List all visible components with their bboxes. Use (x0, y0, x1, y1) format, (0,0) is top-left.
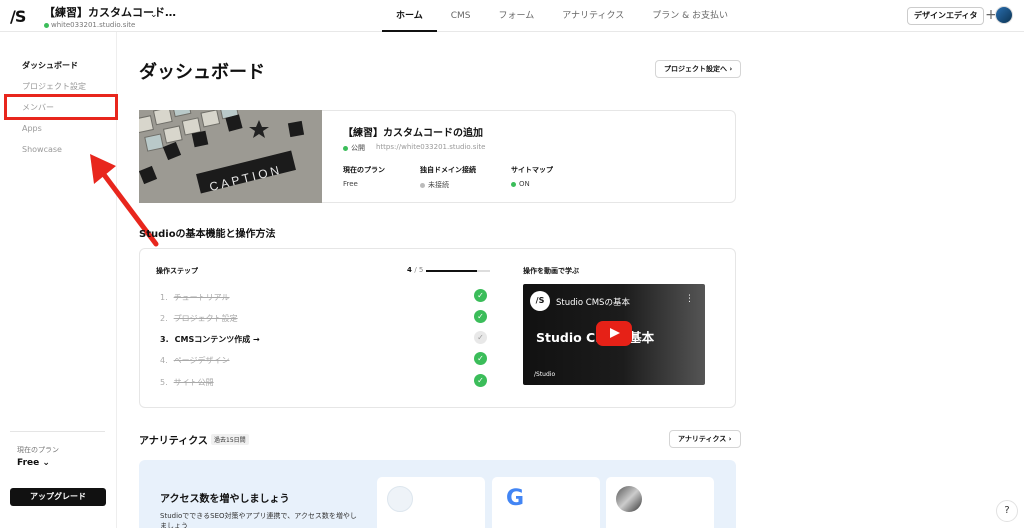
meta-value-domain-text: 未接続 (428, 181, 449, 189)
divider (10, 431, 105, 432)
meta-label-domain: 独自ドメイン接続 (420, 166, 476, 174)
step-number: 3. (160, 335, 169, 344)
steps-label: 操作ステップ (156, 267, 198, 275)
help-button[interactable]: ? (996, 500, 1018, 522)
seo-icon (387, 486, 413, 512)
panel-description: StudioでできるSEO対策やアプリ連携で、アクセス数を増やしましょう (160, 512, 357, 528)
tutorial-video[interactable]: /S Studio CMSの基本 ⋮ Studio CMSの基本 /Studio (523, 284, 705, 385)
project-domain: white033201.studio.site (44, 21, 176, 29)
studio-logo-icon: /S (530, 291, 550, 311)
step-item-project-settings[interactable]: 2. プロジェクト設定 (160, 313, 238, 324)
analytics-section-title: アナリティクス (139, 436, 208, 447)
nav-plan-billing[interactable]: プラン & お支払い (638, 0, 742, 32)
more-vertical-icon[interactable]: ⋮ (685, 294, 694, 304)
meta-value-sitemap-text: ON (519, 180, 530, 188)
basics-section-title: Studioの基本機能と操作方法 (139, 229, 276, 240)
steps-done-count: 4 (407, 266, 412, 274)
scrabble-image-icon: CAPTION (139, 110, 322, 203)
check-icon: ✓ (474, 352, 487, 365)
steps-progress-count: 4 / 5 (407, 266, 423, 274)
step-number: 2. (160, 314, 168, 323)
sidebar-item-apps[interactable]: Apps (22, 124, 42, 133)
meta-label-sitemap: サイトマップ (511, 166, 553, 174)
project-thumbnail: CAPTION (139, 110, 322, 203)
app-card[interactable] (606, 477, 714, 528)
page-title: ダッシュボード (139, 62, 265, 83)
check-pending-icon: ✓ (474, 331, 487, 344)
period-badge: 過去15日間 (211, 434, 249, 445)
status-dot (420, 182, 425, 188)
nav-home[interactable]: ホーム (382, 0, 437, 32)
status-dot (343, 145, 348, 151)
project-domain-text: white033201.studio.site (51, 21, 136, 29)
video-brand: /Studio (534, 371, 556, 378)
sidebar-item-project-settings[interactable]: プロジェクト設定 (22, 81, 86, 92)
google-icon: G (502, 486, 528, 512)
analytics-button[interactable]: アナリティクス › (669, 430, 741, 448)
nav-cms[interactable]: CMS (437, 0, 485, 32)
step-item-tutorial[interactable]: 1. チュートリアル (160, 292, 230, 303)
video-section-label: 操作を動画で学ぶ (523, 267, 579, 275)
step-item-cms-content[interactable]: 3. CMSコンテンツ作成 → (160, 334, 260, 345)
project-settings-button[interactable]: プロジェクト設定へ › (655, 60, 742, 78)
nav-form[interactable]: フォーム (485, 0, 549, 32)
project-url-link[interactable]: https://white033201.studio.site (376, 143, 485, 151)
steps-progress-bar (426, 270, 490, 272)
nav-analytics[interactable]: アナリティクス (548, 0, 638, 32)
step-item-site-publish[interactable]: 5. サイト公開 (160, 377, 214, 388)
video-title: Studio CMSの基本 (556, 298, 630, 308)
current-plan-dropdown[interactable]: Free ⌄ (17, 458, 50, 468)
app-thumbnail-icon (616, 486, 642, 512)
current-plan-label: 現在のプラン (17, 446, 59, 454)
steps-progress-fill (426, 270, 478, 272)
main-nav: ホーム CMS フォーム アナリティクス プラン & お支払い (382, 0, 742, 32)
sidebar-item-showcase[interactable]: Showcase (22, 145, 62, 154)
step-number: 1. (160, 293, 168, 302)
studio-logo[interactable]: /S (10, 7, 26, 26)
sidebar: ダッシュボード プロジェクト設定 メンバー Apps Showcase 現在のプ… (0, 32, 159, 528)
step-label: CMSコンテンツ作成 → (174, 335, 260, 344)
check-icon: ✓ (474, 289, 487, 302)
check-icon: ✓ (474, 374, 487, 387)
step-label: サイト公開 (173, 378, 214, 387)
steps-total-count: / 5 (414, 266, 424, 274)
status-badge: 公開 (343, 143, 365, 153)
top-bar: /S 【練習】カスタムコード… white033201.studio.site … (0, 0, 1024, 32)
annotation-highlight-box (4, 94, 118, 120)
design-editor-button[interactable]: デザインエディタ (907, 7, 985, 25)
play-icon[interactable] (596, 321, 632, 346)
sidebar-item-dashboard[interactable]: ダッシュボード (22, 60, 78, 71)
chevron-down-icon[interactable]: ⌄ (150, 10, 158, 20)
meta-value-plan: Free (343, 180, 358, 188)
step-label: プロジェクト設定 (173, 314, 238, 323)
check-icon: ✓ (474, 310, 487, 323)
status-dot (44, 22, 49, 28)
meta-value-domain: 未接続 (420, 180, 449, 190)
panel-title: アクセス数を増やしましょう (160, 494, 290, 505)
step-label: チュートリアル (173, 293, 230, 302)
status-dot (511, 181, 516, 187)
step-number: 4. (160, 356, 168, 365)
meta-label-plan: 現在のプラン (343, 166, 385, 174)
avatar[interactable] (995, 6, 1013, 24)
upgrade-button[interactable]: アップグレード (10, 488, 106, 506)
seo-card[interactable] (377, 477, 485, 528)
step-item-page-design[interactable]: 4. ページデザイン (160, 355, 229, 366)
step-label: ページデザイン (173, 356, 230, 365)
analytics-promo-panel: アクセス数を増やしましょう StudioでできるSEO対策やアプリ連携で、アクセ… (139, 460, 736, 528)
project-title: 【練習】カスタムコードの追加 (343, 128, 483, 139)
meta-value-sitemap: ON (511, 180, 530, 188)
status-text: 公開 (351, 144, 365, 152)
step-number: 5. (160, 378, 168, 387)
google-card[interactable]: G (492, 477, 600, 528)
